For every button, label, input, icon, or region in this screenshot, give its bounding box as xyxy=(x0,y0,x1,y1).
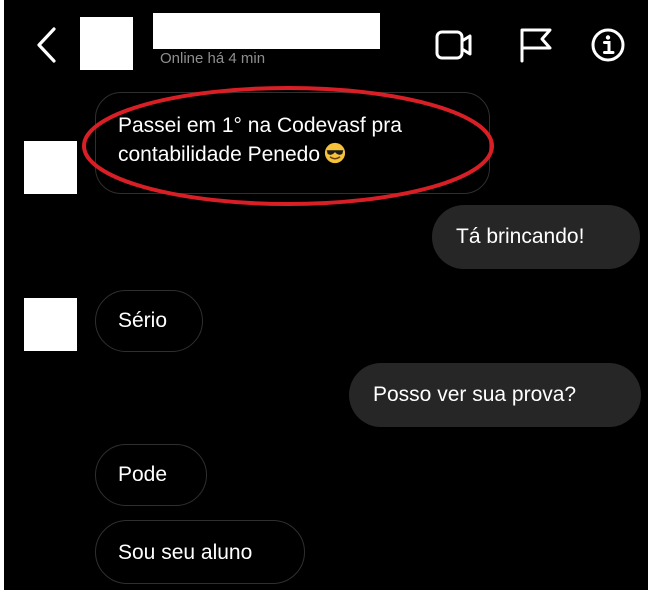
back-button[interactable] xyxy=(34,26,60,64)
contact-avatar[interactable] xyxy=(80,17,133,70)
message-bubble-outgoing[interactable]: Posso ver sua prova? xyxy=(349,363,641,427)
message-bubble[interactable]: Sério xyxy=(95,290,203,352)
video-call-button[interactable] xyxy=(434,26,474,64)
message-bubble[interactable]: Passei em 1° na Codevasf pra contabilida… xyxy=(95,92,490,194)
message-text: Sou seu aluno xyxy=(118,541,253,564)
message-bubble[interactable]: Pode xyxy=(95,444,207,506)
chat-header: Online há 4 min xyxy=(4,0,648,82)
message-bubble-outgoing[interactable]: Tá brincando! xyxy=(432,205,640,269)
contact-name-redacted[interactable] xyxy=(153,13,380,49)
chevron-left-icon xyxy=(37,27,56,63)
message-text: Pode xyxy=(118,463,168,486)
info-icon xyxy=(591,28,625,62)
message-bubble[interactable]: Sou seu aluno xyxy=(95,520,305,584)
message-text: contabilidade Penedo xyxy=(118,143,321,166)
message-text: Sério xyxy=(118,309,168,332)
sender-avatar[interactable] xyxy=(24,298,77,351)
message-text: Posso ver sua prova? xyxy=(373,383,577,406)
flag-icon xyxy=(520,28,552,63)
message-text: Tá brincando! xyxy=(456,225,585,248)
sender-avatar[interactable] xyxy=(24,141,77,194)
chat-screen: Online há 4 min Passei em 1° na Codevasf… xyxy=(4,0,648,590)
video-call-icon xyxy=(435,30,472,60)
message-text-line1: Passei em 1° na Codevasf pra xyxy=(118,114,402,137)
report-button[interactable] xyxy=(517,26,557,64)
info-button[interactable] xyxy=(590,26,630,64)
sunglasses-emoji-icon xyxy=(324,142,346,164)
online-status: Online há 4 min xyxy=(160,50,266,67)
message-text-line2: contabilidade Penedo xyxy=(118,140,489,169)
